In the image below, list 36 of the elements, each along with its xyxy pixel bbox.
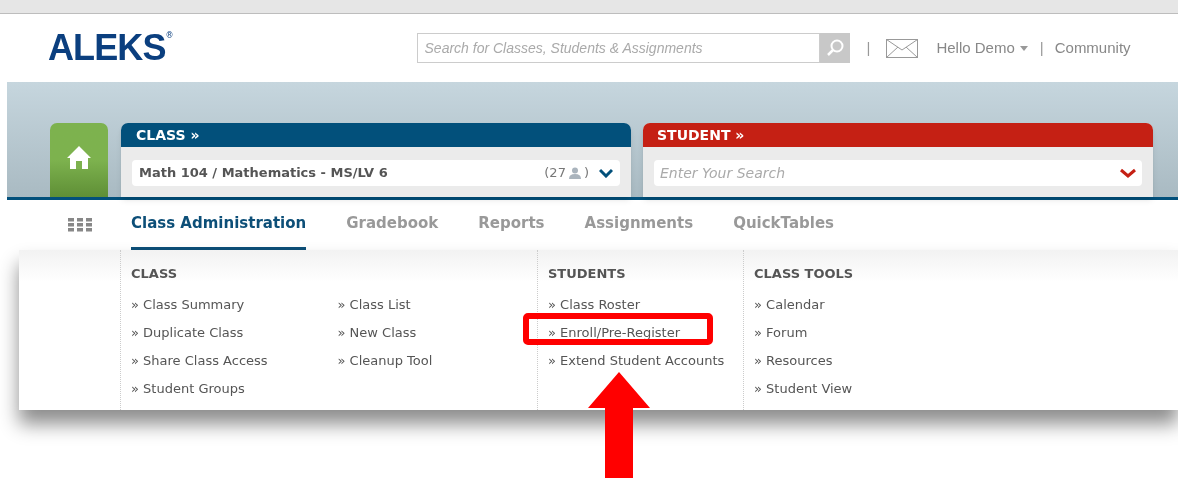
menu-heading: STUDENTS <box>548 265 627 283</box>
menu-link[interactable]: » New Class <box>337 325 417 340</box>
menu-link[interactable]: » Extend Student Accounts <box>548 353 725 368</box>
separator: | <box>1039 37 1044 58</box>
chevron-down-icon <box>599 168 613 178</box>
menu-link[interactable]: » Share Class Access <box>131 353 268 368</box>
menu-link[interactable]: » Enroll/Pre-Register <box>548 325 681 340</box>
menu-heading: CLASS TOOLS <box>754 265 855 283</box>
home-icon <box>66 143 92 170</box>
community-link[interactable]: Community <box>1054 36 1131 60</box>
separator: | <box>866 37 871 58</box>
grid-icon[interactable] <box>68 218 92 232</box>
search-field[interactable]: Search for Classes, Students & Assignments <box>416 33 820 63</box>
class-selector[interactable]: Math 104 / Mathematics - MS/LV 6 (27 ) <box>132 160 620 186</box>
menu-link[interactable]: » Class Summary <box>131 297 245 312</box>
chevron-down-icon <box>1120 168 1136 178</box>
menu-link[interactable]: » Class List <box>337 297 411 312</box>
user-menu[interactable]: Hello Demo <box>936 36 1028 60</box>
menu-heading: CLASS <box>131 265 179 283</box>
menu-link[interactable]: » Resources <box>754 353 833 368</box>
person-icon <box>568 167 581 179</box>
menu-link[interactable]: » Cleanup Tool <box>337 353 433 368</box>
menu-link[interactable]: » Class Roster <box>548 297 641 312</box>
menu-link[interactable]: » Student Groups <box>131 381 245 396</box>
menu-link[interactable]: » Forum <box>754 325 808 340</box>
mail-icon[interactable] <box>886 38 919 58</box>
student-count: (27 ) <box>544 164 589 183</box>
home-button[interactable] <box>50 123 108 197</box>
student-panel-title[interactable]: STUDENT » <box>643 123 1153 147</box>
caret-icon <box>1019 45 1028 51</box>
logo[interactable]: ALEKS® <box>48 30 174 66</box>
class-panel-title[interactable]: CLASS » <box>121 123 631 147</box>
menu-link[interactable]: » Duplicate Class <box>131 325 244 340</box>
menu-link[interactable]: » Calendar <box>754 297 825 312</box>
menu-link[interactable]: » Student View <box>754 381 853 396</box>
student-search-field[interactable]: Enter Your Search <box>654 160 1142 186</box>
